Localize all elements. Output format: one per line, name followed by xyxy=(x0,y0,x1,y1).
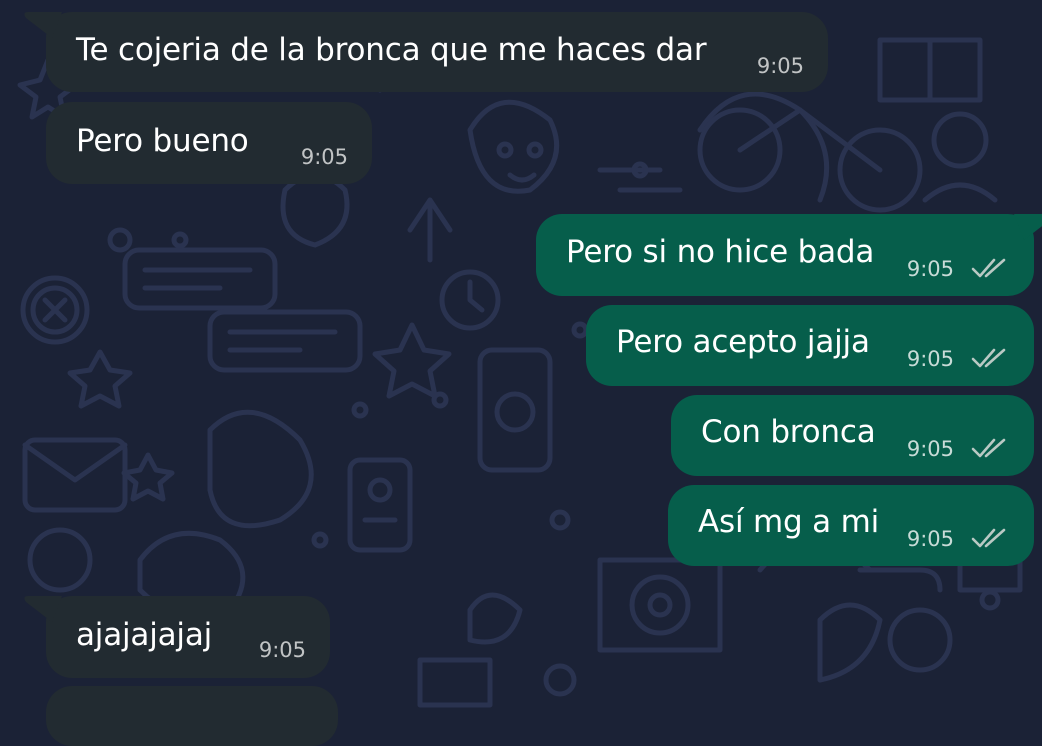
double-check-icon xyxy=(971,258,1006,278)
message-timestamp: 9:05 xyxy=(258,638,306,662)
message-timestamp: 9:05 xyxy=(300,145,348,169)
double-check-icon xyxy=(971,438,1006,458)
outgoing-message-bubble[interactable]: Con bronca 9:05 xyxy=(671,395,1034,476)
message-text: Te cojeria de la bronca que me haces dar xyxy=(76,32,707,68)
message-text: ajajajajaj xyxy=(76,617,213,653)
message-text: Pero acepto jajja xyxy=(616,324,870,360)
double-check-icon xyxy=(971,348,1006,368)
message-timestamp: 9:05 xyxy=(906,437,954,461)
outgoing-message-bubble[interactable]: Así mg a mi 9:05 xyxy=(668,485,1034,566)
outgoing-message-bubble[interactable]: Pero acepto jajja 9:05 xyxy=(586,305,1034,386)
message-text: Pero bueno xyxy=(76,123,249,159)
outgoing-message-bubble[interactable]: Pero si no hice bada 9:05 xyxy=(536,214,1042,296)
message-timestamp: 9:05 xyxy=(906,347,954,371)
bubble-tail xyxy=(1014,214,1042,240)
message-timestamp: 9:05 xyxy=(906,257,954,281)
bubble-tail xyxy=(24,12,62,38)
incoming-message-bubble-partial[interactable] xyxy=(46,686,338,746)
bubble-tail xyxy=(24,596,62,622)
message-text: Así mg a mi xyxy=(698,504,880,540)
incoming-message-bubble[interactable]: Te cojeria de la bronca que me haces dar… xyxy=(24,12,828,92)
message-timestamp: 9:05 xyxy=(906,527,954,551)
incoming-message-bubble[interactable]: ajajajajaj 9:05 xyxy=(24,596,330,678)
message-text: Pero si no hice bada xyxy=(566,234,875,270)
message-text: Con bronca xyxy=(701,414,876,450)
double-check-icon xyxy=(971,528,1006,548)
message-timestamp: 9:05 xyxy=(756,54,804,78)
incoming-message-bubble[interactable]: Pero bueno 9:05 xyxy=(46,102,372,184)
